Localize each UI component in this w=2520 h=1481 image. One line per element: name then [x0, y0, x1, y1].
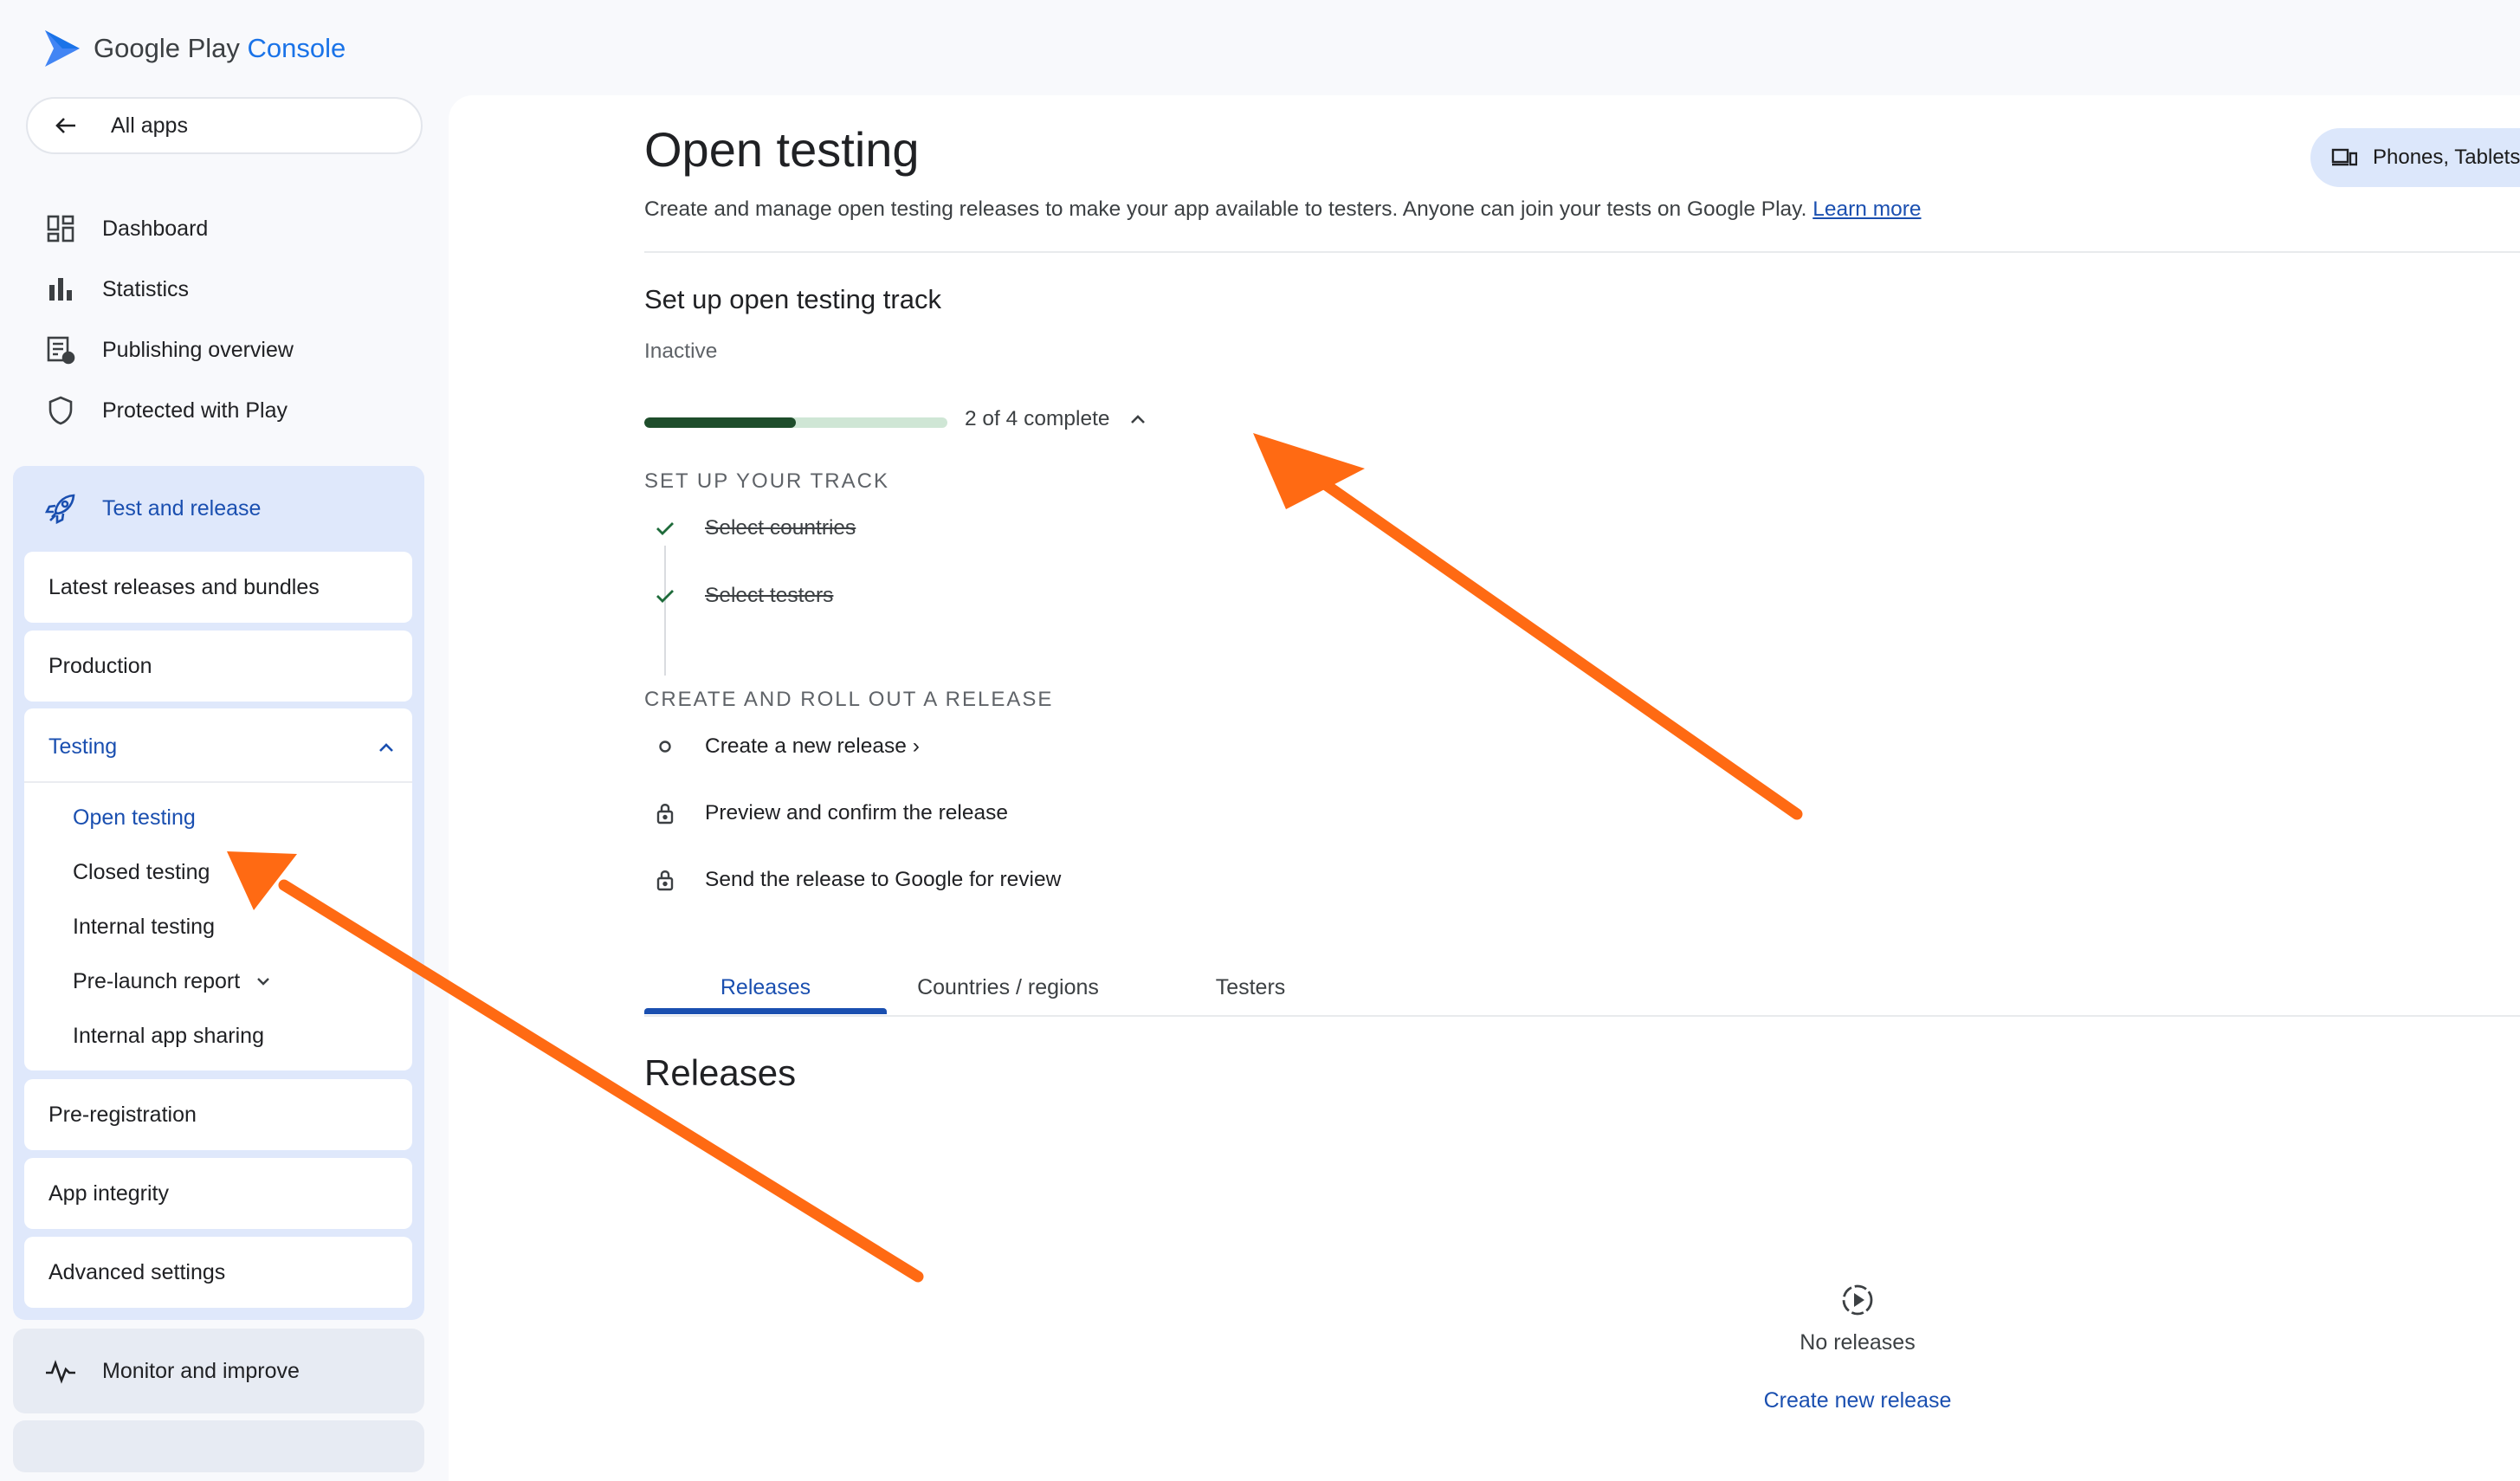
tab-testers[interactable]: Testers: [1129, 963, 1372, 1012]
circle-icon: [651, 733, 679, 760]
setup-progress-bar: [644, 417, 947, 428]
devices-icon: [2331, 147, 2357, 168]
sidebar-sub-internal-testing[interactable]: Internal testing: [73, 908, 215, 946]
chevron-up-icon: [1129, 413, 1147, 425]
shield-icon: [42, 391, 80, 430]
dashboard-icon: [42, 210, 80, 248]
check-icon: [651, 514, 679, 542]
publishing-icon: [42, 331, 80, 369]
sidebar-item-dashboard[interactable]: Dashboard: [42, 203, 208, 255]
sidebar-sub-open-testing[interactable]: Open testing: [73, 799, 196, 837]
sidebar-card-latest-releases[interactable]: Latest releases and bundles: [24, 552, 412, 623]
progress-toggle[interactable]: 2 of 4 complete: [965, 407, 1147, 431]
step-preview-release: Preview and confirm the release: [651, 794, 1008, 832]
sidebar-card-advanced-settings[interactable]: Advanced settings: [24, 1237, 412, 1308]
step-group-label: SET UP YOUR TRACK: [644, 469, 889, 493]
sidebar-item-label: Protected with Play: [102, 398, 288, 423]
sidebar-item-publishing-overview[interactable]: Publishing overview: [42, 324, 294, 376]
learn-more-link[interactable]: Learn more: [1812, 197, 1921, 221]
device-filter-label: Phones, Tablets: [2373, 146, 2520, 169]
page-description: Create and manage open testing releases …: [644, 197, 1922, 221]
progress-fill: [644, 417, 796, 428]
step-group-label: CREATE AND ROLL OUT A RELEASE: [644, 688, 1054, 711]
chevron-down-icon: [255, 976, 271, 986]
next-sidebar-group: [13, 1420, 424, 1472]
sidebar-sub-pre-launch-report[interactable]: Pre-launch report: [73, 962, 271, 1000]
sidebar-item-protected-with-play[interactable]: Protected with Play: [42, 385, 288, 437]
testing-label: Testing: [48, 734, 118, 759]
setup-title: Set up open testing track: [644, 284, 941, 314]
play-console-logo[interactable]: Google Play Console: [43, 26, 346, 71]
all-apps-label: All apps: [111, 113, 188, 138]
active-tab-indicator: [644, 1008, 887, 1014]
sidebar-item-label: Publishing overview: [102, 337, 294, 362]
sidebar-card-pre-registration[interactable]: Pre-registration: [24, 1079, 412, 1150]
tab-countries-regions[interactable]: Countries / regions: [887, 963, 1129, 1012]
sidebar-item-label: Dashboard: [102, 216, 209, 241]
rocket-icon: [42, 489, 80, 527]
page-title: Open testing: [644, 122, 920, 177]
lock-icon: [651, 866, 679, 894]
sidebar-card-app-integrity[interactable]: App integrity: [24, 1158, 412, 1229]
tabs-divider: [644, 1015, 2520, 1017]
step-select-testers[interactable]: Select testers: [651, 577, 833, 615]
sidebar-sub-internal-app-sharing[interactable]: Internal app sharing: [73, 1017, 264, 1055]
sidebar-item-label: Statistics: [102, 276, 190, 301]
logo-text: Google Play Console: [94, 33, 346, 63]
divider: [24, 781, 412, 783]
releases-title: Releases: [644, 1052, 797, 1093]
create-new-release-link[interactable]: Create new release: [1715, 1388, 2000, 1413]
back-arrow-icon: [48, 108, 83, 143]
pulse-icon: [42, 1352, 80, 1390]
lock-icon: [651, 799, 679, 827]
chevron-up-icon: [378, 734, 395, 760]
step-create-new-release[interactable]: Create a new release ›: [651, 728, 920, 766]
step-send-for-review: Send the release to Google for review: [651, 861, 1061, 899]
tab-releases[interactable]: Releases: [644, 963, 887, 1012]
sidebar-item-test-and-release[interactable]: Test and release: [42, 482, 261, 535]
sidebar-item-monitor-and-improve[interactable]: Monitor and improve: [42, 1345, 300, 1397]
bar-chart-icon: [42, 270, 80, 308]
sidebar-card-production[interactable]: Production: [24, 631, 412, 702]
progress-label: 2 of 4 complete: [965, 407, 1110, 430]
header-divider: [644, 251, 2520, 253]
sidebar-item-statistics[interactable]: Statistics: [42, 263, 189, 315]
step-select-countries[interactable]: Select countries: [651, 509, 856, 547]
testing-header[interactable]: Testing: [48, 722, 395, 771]
all-apps-button[interactable]: All apps: [26, 97, 423, 154]
track-status: Inactive: [644, 340, 718, 363]
test-and-release-label: Test and release: [102, 495, 262, 521]
empty-state-text: No releases: [1800, 1330, 1916, 1355]
play-logo-icon: [45, 30, 80, 67]
sidebar-sub-closed-testing[interactable]: Closed testing: [73, 853, 210, 891]
device-filter-chip[interactable]: Phones, Tablets: [2310, 128, 2520, 187]
check-icon: [651, 582, 679, 610]
release-play-icon: [1838, 1280, 1877, 1320]
